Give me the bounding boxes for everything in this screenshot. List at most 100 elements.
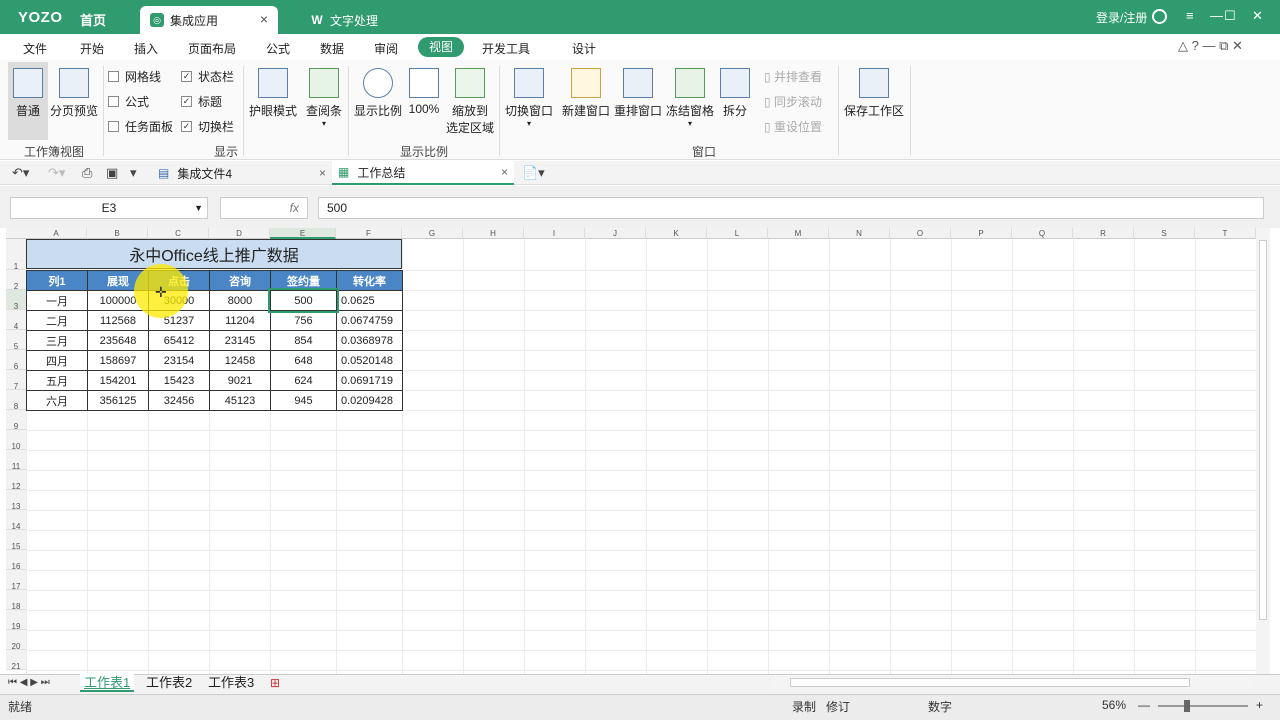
table-cell[interactable]: 12458 [209, 350, 271, 371]
freeze-panes-button[interactable]: 冻结窗格 ▾ [664, 68, 716, 128]
table-cell[interactable]: 756 [270, 310, 337, 331]
column-header-I[interactable]: I [524, 228, 585, 239]
tab-integrated-app[interactable]: ◎ 集成应用 × [140, 6, 278, 34]
row-header-7[interactable]: 7 [6, 370, 26, 391]
table-header-cell[interactable]: 签约量 [270, 270, 337, 291]
table-cell[interactable]: 9021 [209, 370, 271, 391]
doc-tab-work-summary[interactable]: ▦ 工作总结 × [332, 161, 514, 185]
page-break-preview-button[interactable]: 分页预览 [50, 68, 98, 119]
user-icon[interactable] [1152, 9, 1167, 24]
row-header-15[interactable]: 15 [6, 530, 26, 551]
sheet-tab-2[interactable]: 工作表2 [142, 674, 196, 692]
add-sheet-icon[interactable]: ⊞ [266, 674, 284, 692]
menu-file[interactable]: 文件 [23, 40, 47, 57]
switch-bar-checkbox[interactable]: ✓ 切换栏 [181, 118, 234, 135]
row-header-8[interactable]: 8 [6, 390, 26, 411]
table-cell[interactable]: 0.0368978 [336, 330, 403, 351]
zoom-level[interactable]: 56% [1102, 698, 1126, 712]
menu-page-layout[interactable]: 页面布局 [188, 40, 236, 57]
row-header-13[interactable]: 13 [6, 490, 26, 511]
row-header-1[interactable]: 1 [6, 239, 26, 271]
zoom-to-selection-button[interactable]: 缩放到 选定区域 [444, 68, 496, 136]
menu-icon[interactable]: ≡ [1186, 8, 1194, 23]
table-cell[interactable]: 23145 [209, 330, 271, 351]
column-header-E[interactable]: E [270, 228, 336, 239]
sheet-nav-icons[interactable]: ⏮ ◀ ▶ ⏭ [8, 677, 50, 688]
close-icon[interactable]: × [260, 11, 268, 27]
eye-mode-button[interactable]: 护眼模式 [247, 68, 299, 119]
menu-data[interactable]: 数据 [320, 40, 344, 57]
gridlines-checkbox[interactable]: 网格线 [108, 68, 161, 85]
column-header-R[interactable]: R [1073, 228, 1134, 239]
table-cell[interactable]: 158697 [87, 350, 149, 371]
table-header-cell[interactable]: 转化率 [336, 270, 403, 291]
column-header-A[interactable]: A [26, 228, 87, 239]
split-button[interactable]: 拆分 [718, 68, 752, 119]
column-header-B[interactable]: B [87, 228, 148, 239]
fx-button[interactable]: fx [220, 197, 308, 219]
new-document-icon[interactable]: 📄▾ [522, 165, 545, 181]
zoom-100-button[interactable]: 100% [406, 68, 442, 116]
column-header-O[interactable]: O [890, 228, 951, 239]
column-header-T[interactable]: T [1195, 228, 1256, 239]
revise-button[interactable]: 修订 [826, 698, 850, 715]
sheet-tab-3[interactable]: 工作表3 [204, 674, 258, 692]
table-cell[interactable]: 六月 [26, 390, 88, 411]
row-header-16[interactable]: 16 [6, 550, 26, 571]
column-header-F[interactable]: F [336, 228, 402, 239]
print-preview-icon[interactable]: ⎙ [82, 165, 92, 181]
table-header-cell[interactable]: 列1 [26, 270, 88, 291]
table-cell[interactable]: 8000 [209, 290, 271, 311]
table-cell[interactable]: 624 [270, 370, 337, 391]
vertical-scroll-thumb[interactable] [1259, 240, 1267, 620]
formula-checkbox[interactable]: 公式 [108, 93, 149, 110]
table-cell[interactable]: 65412 [148, 330, 210, 351]
column-header-K[interactable]: K [646, 228, 707, 239]
home-tab[interactable]: 首页 [80, 10, 106, 29]
table-cell[interactable]: 0.0625 [336, 290, 403, 311]
table-cell[interactable]: 235648 [87, 330, 149, 351]
zoom-out-button[interactable]: — [1138, 698, 1150, 712]
doc-tab-integrated-file[interactable]: ▤ 集成文件4 × [152, 161, 332, 185]
read-bar-button[interactable]: 查阅条 ▾ [304, 68, 344, 128]
row-header-4[interactable]: 4 [6, 310, 26, 331]
zoom-ratio-button[interactable]: 显示比例 [352, 68, 404, 119]
column-header-S[interactable]: S [1134, 228, 1195, 239]
column-header-J[interactable]: J [585, 228, 646, 239]
table-cell[interactable]: 32456 [148, 390, 210, 411]
redo-icon[interactable]: ↷▾ [48, 165, 65, 181]
table-cell[interactable]: 854 [270, 330, 337, 351]
table-cell[interactable]: 0.0674759 [336, 310, 403, 331]
menu-design[interactable]: 设计 [572, 40, 596, 57]
menu-dev-tools[interactable]: 开发工具 [482, 40, 530, 57]
table-cell[interactable]: 一月 [26, 290, 88, 311]
sheet-tab-1[interactable]: 工作表1 [80, 674, 135, 692]
column-header-P[interactable]: P [951, 228, 1012, 239]
tab-word-processing[interactable]: W 文字处理 [300, 6, 420, 34]
row-header-12[interactable]: 12 [6, 470, 26, 491]
row-header-19[interactable]: 19 [6, 610, 26, 631]
row-header-17[interactable]: 17 [6, 570, 26, 591]
column-header-D[interactable]: D [209, 228, 270, 239]
selected-cell[interactable]: 500 [268, 288, 339, 313]
table-cell[interactable]: 356125 [87, 390, 149, 411]
sync-scroll-button[interactable]: ▯ 同步滚动 [764, 93, 822, 110]
menu-home[interactable]: 开始 [80, 40, 104, 57]
row-header-5[interactable]: 5 [6, 330, 26, 351]
table-cell[interactable]: 45123 [209, 390, 271, 411]
row-header-6[interactable]: 6 [6, 350, 26, 371]
horizontal-scroll-thumb[interactable] [790, 678, 1190, 687]
column-header-C[interactable]: C [148, 228, 209, 239]
table-title-cell[interactable]: 永中Office线上推广数据 [26, 239, 402, 269]
menu-formula[interactable]: 公式 [266, 40, 290, 57]
menu-review[interactable]: 审阅 [374, 40, 398, 57]
row-header-14[interactable]: 14 [6, 510, 26, 531]
column-header-L[interactable]: L [707, 228, 768, 239]
column-header-M[interactable]: M [768, 228, 829, 239]
formula-input[interactable]: 500 [318, 197, 1264, 219]
table-cell[interactable]: 0.0520148 [336, 350, 403, 371]
table-cell[interactable]: 154201 [87, 370, 149, 391]
row-header-18[interactable]: 18 [6, 590, 26, 611]
table-cell[interactable]: 648 [270, 350, 337, 371]
undo-icon[interactable]: ↶▾ [12, 165, 29, 181]
